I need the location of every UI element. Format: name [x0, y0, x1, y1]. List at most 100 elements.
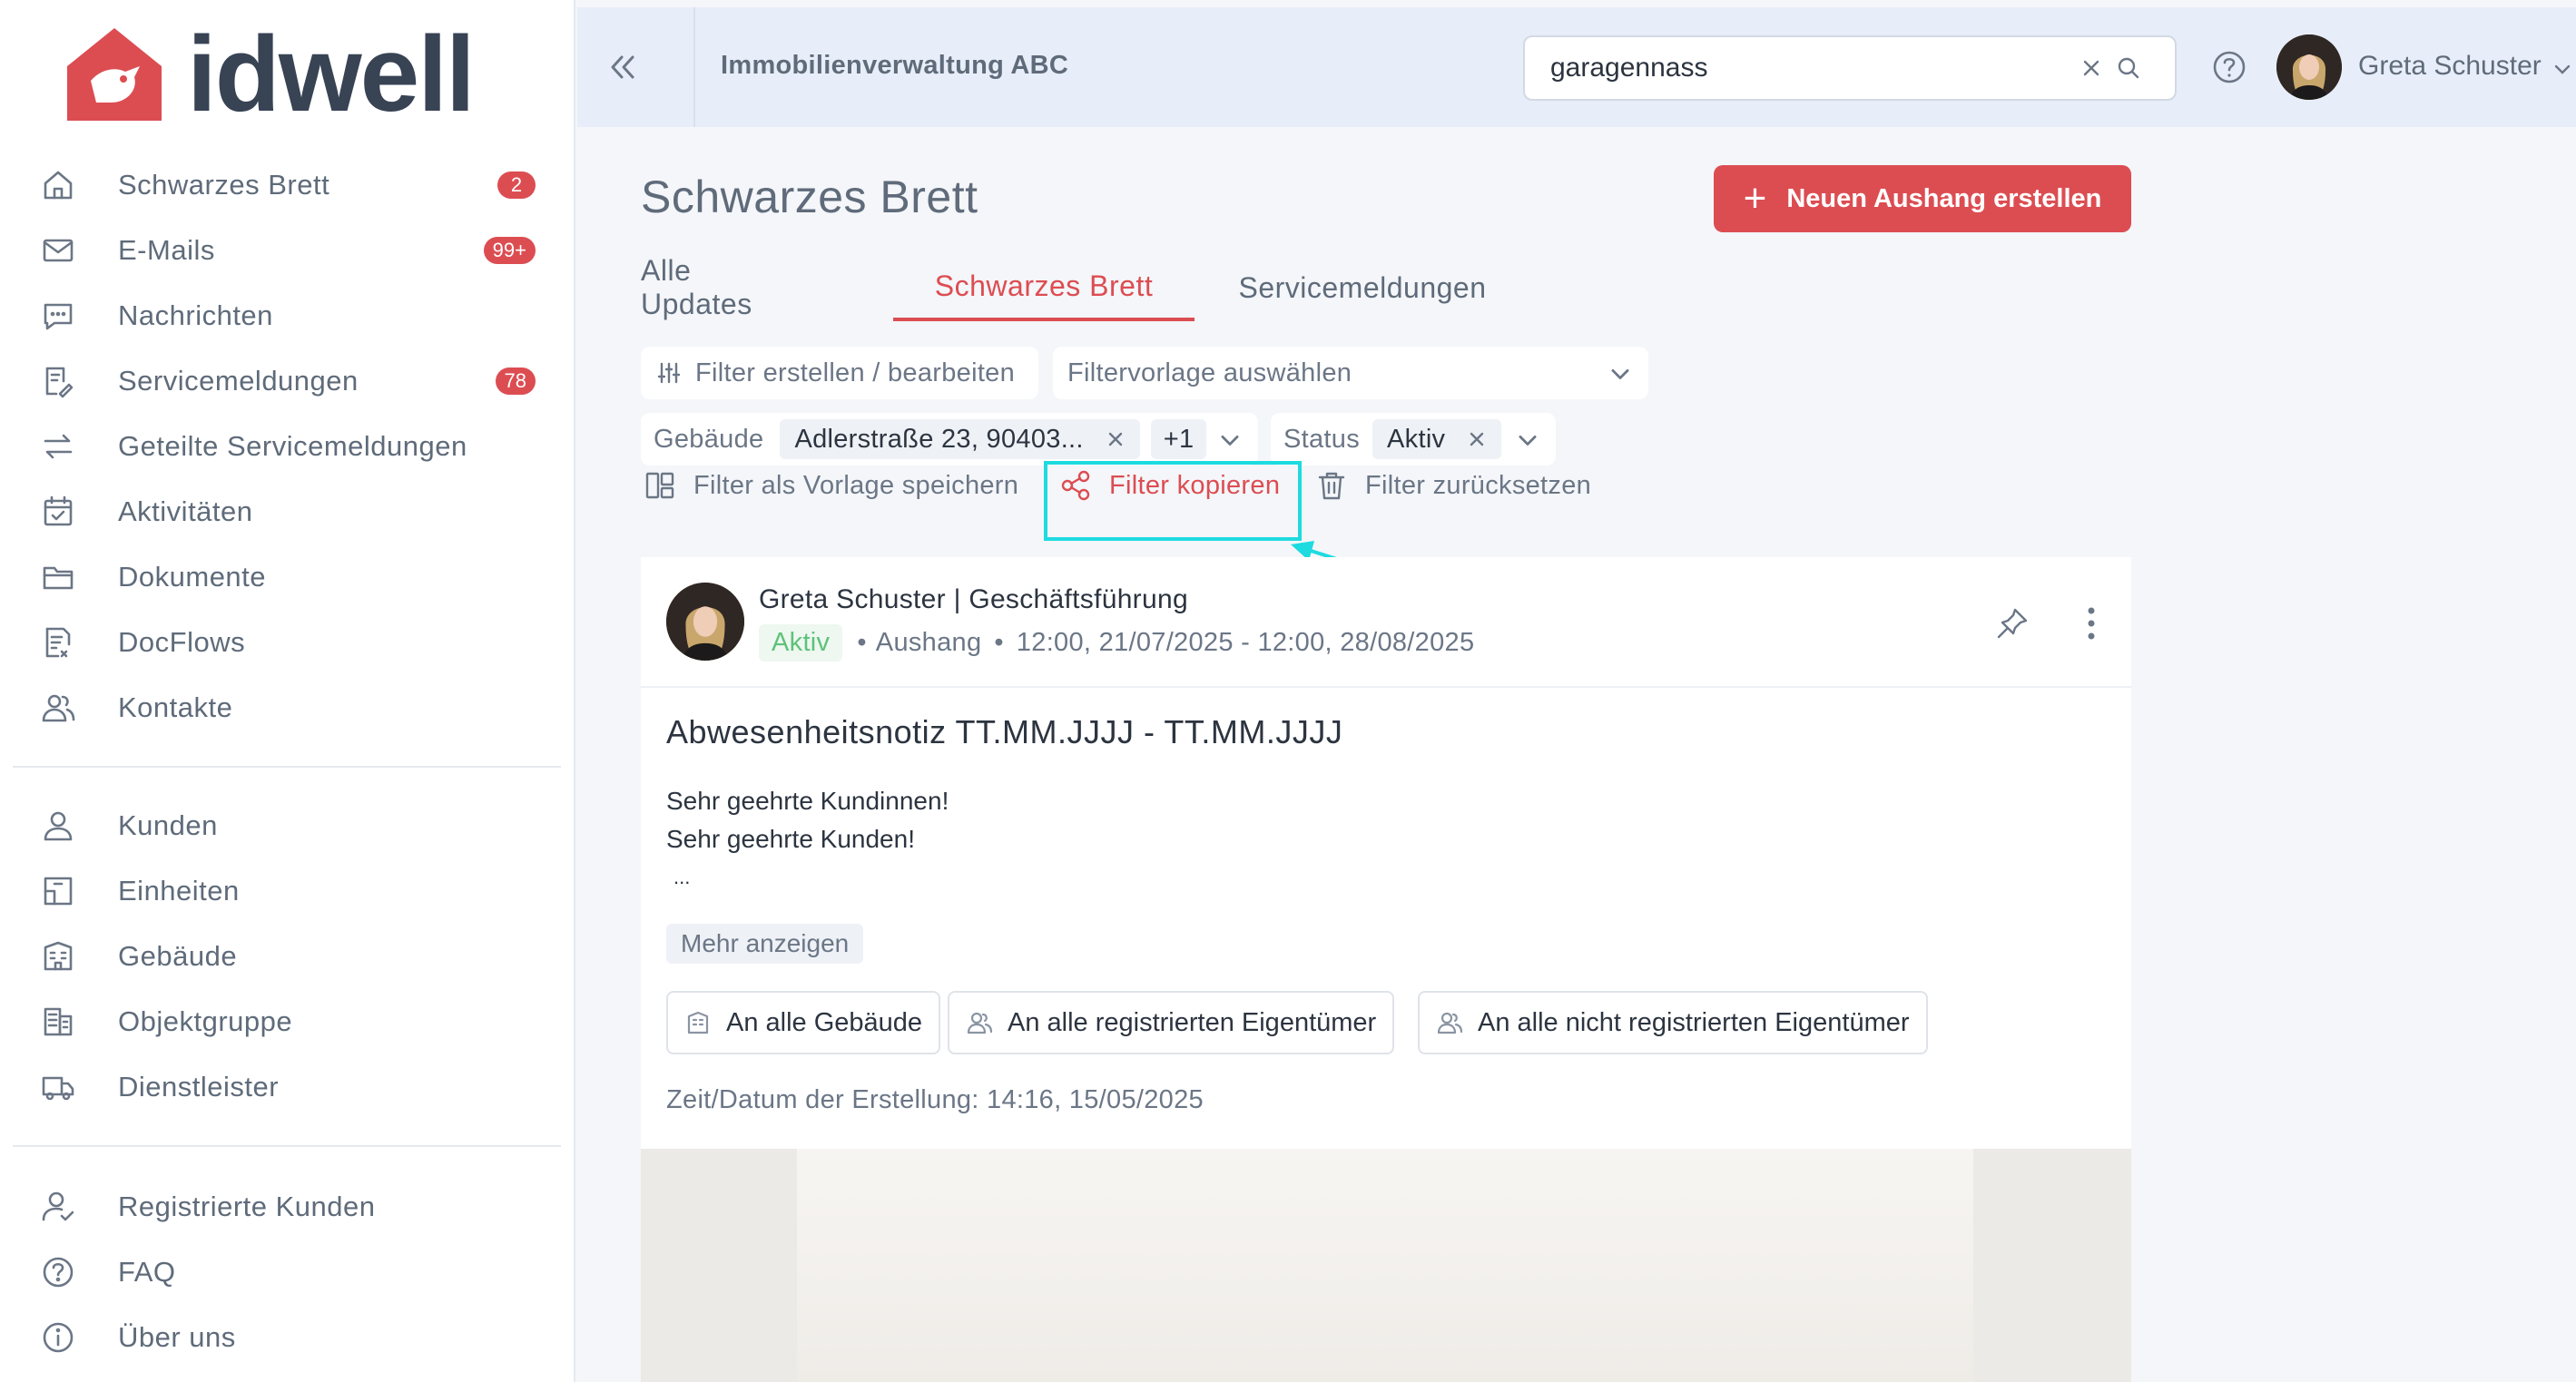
- sidebar-item-objektgruppe[interactable]: Objektgruppe: [0, 989, 575, 1054]
- registered-user-icon: [42, 1191, 74, 1221]
- app-root: idwell Schwarzes Brett 2 E-Mails 99+ Nac…: [0, 0, 2576, 1382]
- audience-chip[interactable]: An alle registrierten Eigentümer: [948, 991, 1395, 1054]
- show-more-button[interactable]: Mehr anzeigen: [666, 924, 864, 964]
- sidebar-item-label: Objektgruppe: [118, 1005, 293, 1037]
- post-meta: Aktiv • Aushang • 12:00, 21/07/2025 - 12…: [759, 622, 1474, 662]
- audience-chip[interactable]: An alle nicht registrierten Eigentümer: [1418, 991, 1928, 1054]
- sidebar-item-label: FAQ: [118, 1256, 176, 1288]
- sidebar-item-label: Über uns: [118, 1321, 236, 1353]
- logo[interactable]: idwell: [64, 15, 476, 134]
- sidebar-item-registrierte-kunden[interactable]: Registrierte Kunden: [0, 1174, 575, 1240]
- user-avatar[interactable]: [2276, 34, 2342, 100]
- post-body: Sehr geehrte Kundinnen! Sehr geehrte Kun…: [666, 782, 949, 897]
- card-divider: [641, 686, 2131, 688]
- sidebar-item-dienstleister[interactable]: Dienstleister: [0, 1054, 575, 1120]
- users-icon: [1437, 1012, 1463, 1034]
- count-badge: 99+: [483, 237, 536, 264]
- chevron-down-icon: [1519, 436, 1537, 446]
- sidebar-item-ueber-uns[interactable]: Über uns: [0, 1305, 575, 1370]
- new-post-button[interactable]: + Neuen Aushang erstellen: [1714, 165, 2131, 232]
- chevron-down-icon[interactable]: [2551, 58, 2574, 82]
- post-period: 12:00, 21/07/2025 - 12:00, 28/08/2025: [1016, 627, 1475, 657]
- reset-filter-button[interactable]: Filter zurücksetzen: [1314, 458, 1591, 513]
- collapse-sidebar-button[interactable]: [595, 40, 650, 94]
- search-icon[interactable]: [2115, 54, 2142, 82]
- author-avatar: [666, 583, 744, 661]
- service-icon: [45, 367, 74, 398]
- swap-icon: [44, 434, 73, 459]
- remove-tag-icon[interactable]: [1467, 429, 1487, 449]
- tab-alle-updates[interactable]: Alle Updates: [641, 254, 801, 321]
- search-input[interactable]: [1525, 37, 2070, 99]
- chevron-down-icon: [1221, 436, 1239, 446]
- sidebar-item-schwarzes-brett[interactable]: Schwarzes Brett 2: [0, 152, 575, 218]
- post-card: Greta Schuster | Geschäftsführung Aktiv …: [641, 557, 2131, 1382]
- sidebar-item-label: Kontakte: [118, 691, 233, 723]
- remove-tag-icon[interactable]: [1106, 429, 1126, 449]
- sidebar-divider: [13, 1145, 561, 1147]
- sidebar-item-kontakte[interactable]: Kontakte: [0, 675, 575, 740]
- building-filter-more: +1: [1150, 419, 1207, 459]
- sidebar-item-e-mails[interactable]: E-Mails 99+: [0, 218, 575, 283]
- sidebar-item-einheiten[interactable]: Einheiten: [0, 858, 575, 924]
- sidebar-item-geteilte-servicemeldungen[interactable]: Geteilte Servicemeldungen: [0, 414, 575, 479]
- sidebar-item-dokumente[interactable]: Dokumente: [0, 544, 575, 610]
- question-icon: [43, 1257, 74, 1288]
- share-icon: [1061, 470, 1090, 501]
- sidebar-item-label: Nachrichten: [118, 299, 273, 331]
- sidebar-item-nachrichten[interactable]: Nachrichten: [0, 283, 575, 348]
- meta-dot: •: [857, 627, 867, 657]
- more-options-icon[interactable]: [2073, 603, 2109, 644]
- tab-servicemeldungen[interactable]: Servicemeldungen: [1231, 254, 1494, 321]
- primary-nav: Schwarzes Brett 2 E-Mails 99+ Nachrichte…: [0, 152, 575, 740]
- object-group-icon: [44, 1007, 73, 1036]
- copy-filter-label: Filter kopieren: [1109, 470, 1281, 500]
- meta-dot: •: [994, 627, 1004, 657]
- sidebar-item-docflows[interactable]: DocFlows: [0, 610, 575, 675]
- sidebar-item-label: Dokumente: [118, 561, 267, 593]
- status-filter-value: Aktiv: [1387, 424, 1446, 454]
- post-image-content: [797, 1149, 1973, 1382]
- sidebar-item-faq[interactable]: FAQ: [0, 1240, 575, 1305]
- users-icon: [967, 1012, 993, 1034]
- status-badge: Aktiv: [759, 623, 843, 662]
- status-filter-tag: Aktiv: [1372, 419, 1502, 459]
- post-type: Aushang: [875, 627, 982, 657]
- sidebar-item-label: DocFlows: [118, 626, 246, 658]
- house-logo-icon: [67, 28, 162, 121]
- tab-schwarzes-brett[interactable]: Schwarzes Brett: [893, 254, 1195, 321]
- sidebar-item-label: Aktivitäten: [118, 495, 253, 527]
- new-post-label: Neuen Aushang erstellen: [1786, 183, 2102, 213]
- post-body-line: Sehr geehrte Kunden!: [666, 825, 915, 853]
- mail-icon: [43, 239, 74, 262]
- sidebar-item-aktivitaeten[interactable]: Aktivitäten: [0, 479, 575, 544]
- sidebar-item-label: Geteilte Servicemeldungen: [118, 430, 467, 462]
- unit-icon: [44, 877, 73, 906]
- pin-icon[interactable]: [1993, 604, 2031, 642]
- filter-edit-button[interactable]: Filter erstellen / bearbeiten: [641, 347, 1038, 399]
- clear-search-icon[interactable]: [2080, 57, 2102, 79]
- copy-filter-button[interactable]: Filter kopieren: [1058, 458, 1280, 513]
- user-name[interactable]: Greta Schuster: [2358, 51, 2542, 82]
- plus-icon: +: [1743, 176, 1767, 221]
- user-icon: [44, 811, 73, 841]
- sidebar-item-gebaeude[interactable]: Gebäude: [0, 924, 575, 989]
- filter-template-select[interactable]: Filtervorlage auswählen: [1053, 347, 1648, 399]
- search-box: [1523, 35, 2177, 101]
- building-icon: [687, 1011, 709, 1034]
- sidebar-item-label: Schwarzes Brett: [118, 169, 330, 201]
- audience-label: An alle registrierten Eigentümer: [1008, 1007, 1377, 1037]
- post-body-line: Sehr geehrte Kundinnen!: [666, 787, 949, 815]
- sidebar-item-servicemeldungen[interactable]: Servicemeldungen 78: [0, 348, 575, 414]
- header-divider: [693, 7, 695, 127]
- help-icon[interactable]: [2211, 49, 2247, 85]
- sidebar-item-kunden[interactable]: Kunden: [0, 793, 575, 858]
- building-filter-label: Gebäude: [654, 424, 764, 454]
- save-filter-template-button[interactable]: Filter als Vorlage speichern: [643, 458, 1018, 513]
- building-filter-value: Adlerstraße 23, 90403...: [794, 424, 1084, 454]
- audience-chip[interactable]: An alle Gebäude: [666, 991, 941, 1054]
- brand-name: idwell: [187, 15, 476, 134]
- calendar-icon: [44, 495, 73, 526]
- sidebar-item-label: E-Mails: [118, 234, 215, 266]
- chat-icon: [44, 303, 73, 330]
